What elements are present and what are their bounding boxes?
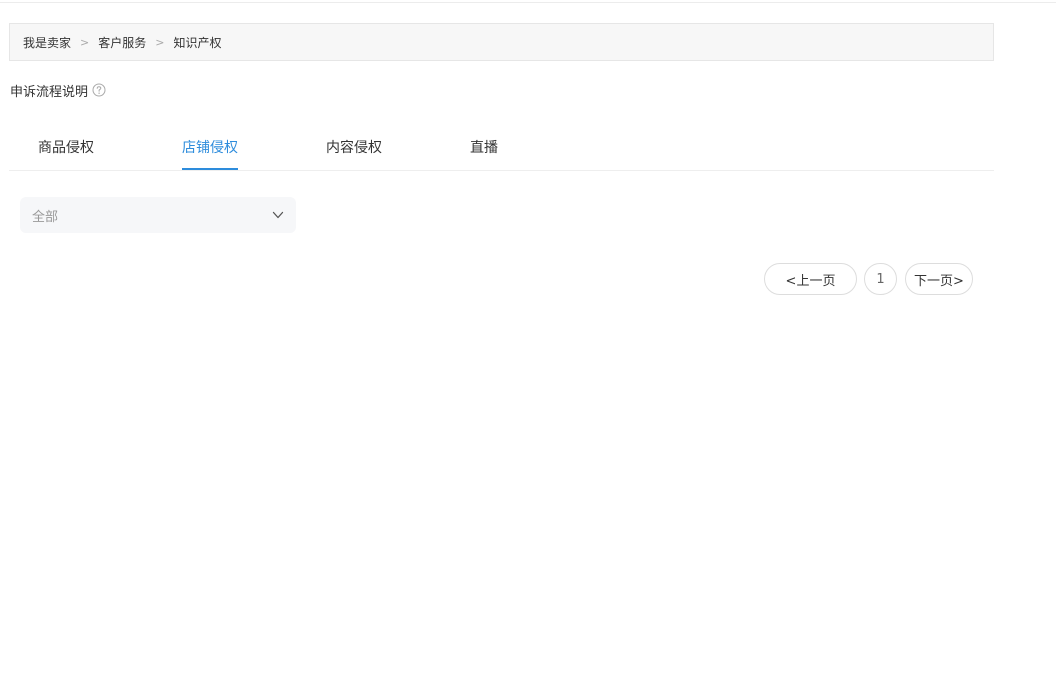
breadcrumb-separator: > bbox=[80, 35, 90, 49]
breadcrumb-item-seller[interactable]: 我是卖家 bbox=[23, 34, 71, 51]
breadcrumb: 我是卖家 > 客户服务 > 知识产权 bbox=[9, 23, 994, 61]
breadcrumb-separator: > bbox=[155, 35, 165, 49]
status-filter-value: 全部 bbox=[32, 209, 59, 225]
tab-product-infringement[interactable]: 商品侵权 bbox=[38, 130, 94, 170]
chevron-down-icon bbox=[272, 211, 284, 219]
tab-live-stream[interactable]: 直播 bbox=[470, 130, 498, 170]
breadcrumb-item-customer-service[interactable]: 客户服务 bbox=[98, 34, 146, 51]
tab-store-infringement[interactable]: 店铺侵权 bbox=[182, 130, 238, 170]
help-circle-icon[interactable] bbox=[92, 83, 106, 97]
breadcrumb-item-ip[interactable]: 知识产权 bbox=[173, 34, 221, 51]
next-page-button[interactable]: 下一页> bbox=[905, 263, 973, 295]
page-number-button[interactable]: 1 bbox=[864, 263, 897, 295]
top-divider bbox=[0, 2, 1056, 3]
tab-bar: 商品侵权 店铺侵权 内容侵权 直播 bbox=[9, 130, 994, 171]
appeal-process-link[interactable]: 申诉流程说明 bbox=[10, 80, 106, 100]
status-filter-select[interactable]: 全部 bbox=[20, 197, 296, 233]
tab-content-infringement[interactable]: 内容侵权 bbox=[326, 130, 382, 170]
appeal-process-label: 申诉流程说明 bbox=[10, 84, 89, 100]
prev-page-button[interactable]: <上一页 bbox=[764, 263, 857, 295]
